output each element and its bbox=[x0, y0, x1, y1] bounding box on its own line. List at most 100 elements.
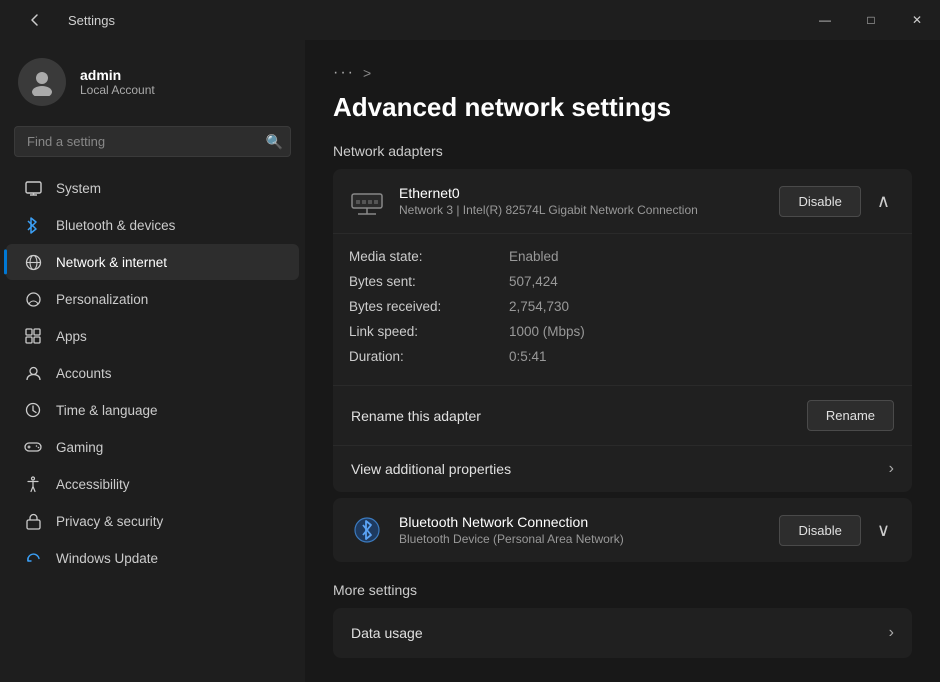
sidebar-item-update-label: Windows Update bbox=[56, 551, 158, 566]
sidebar-nav: System Bluetooth & devices bbox=[0, 169, 305, 577]
sidebar-item-update[interactable]: Windows Update bbox=[6, 540, 299, 576]
stat-row-speed: Link speed: 1000 (Mbps) bbox=[349, 319, 896, 344]
app-title: Settings bbox=[68, 13, 115, 28]
stat-row-sent: Bytes sent: 507,424 bbox=[349, 269, 896, 294]
ethernet-adapter-header[interactable]: Ethernet0 Network 3 | Intel(R) 82574L Gi… bbox=[333, 169, 912, 233]
bluetooth-icon bbox=[24, 216, 42, 234]
maximize-button[interactable]: □ bbox=[848, 0, 894, 40]
sidebar-item-accounts-label: Accounts bbox=[56, 366, 112, 381]
view-properties-row[interactable]: View additional properties › bbox=[333, 445, 912, 492]
system-icon bbox=[24, 179, 42, 197]
sidebar: admin Local Account 🔍 System bbox=[0, 40, 305, 682]
bluetooth-adapter-info: Bluetooth Network Connection Bluetooth D… bbox=[399, 514, 765, 546]
sidebar-item-apps-label: Apps bbox=[56, 329, 87, 344]
bluetooth-adapter-card: Bluetooth Network Connection Bluetooth D… bbox=[333, 498, 912, 562]
accounts-icon bbox=[24, 364, 42, 382]
privacy-icon bbox=[24, 512, 42, 530]
breadcrumb-dots[interactable]: ··· bbox=[333, 64, 355, 82]
minimize-button[interactable]: — bbox=[802, 0, 848, 40]
sidebar-item-privacy-label: Privacy & security bbox=[56, 514, 163, 529]
ethernet-adapter-info: Ethernet0 Network 3 | Intel(R) 82574L Gi… bbox=[399, 185, 765, 217]
time-icon bbox=[24, 401, 42, 419]
bluetooth-adapter-actions: Disable ∨ bbox=[779, 515, 896, 546]
data-usage-row[interactable]: Data usage › bbox=[333, 608, 912, 658]
sidebar-item-time[interactable]: Time & language bbox=[6, 392, 299, 428]
sidebar-item-accessibility-label: Accessibility bbox=[56, 477, 130, 492]
sidebar-item-system[interactable]: System bbox=[6, 170, 299, 206]
bluetooth-adapter-header[interactable]: Bluetooth Network Connection Bluetooth D… bbox=[333, 498, 912, 562]
search-input[interactable] bbox=[14, 126, 291, 157]
sidebar-item-gaming[interactable]: Gaming bbox=[6, 429, 299, 465]
breadcrumb-arrow: > bbox=[363, 65, 371, 81]
sidebar-item-time-label: Time & language bbox=[56, 403, 158, 418]
sidebar-item-bluetooth[interactable]: Bluetooth & devices bbox=[6, 207, 299, 243]
ethernet-adapter-desc: Network 3 | Intel(R) 82574L Gigabit Netw… bbox=[399, 203, 765, 217]
bluetooth-disable-button[interactable]: Disable bbox=[779, 515, 860, 546]
more-settings-title: More settings bbox=[333, 582, 912, 598]
window-controls: — □ ✕ bbox=[802, 0, 940, 40]
user-type: Local Account bbox=[80, 83, 155, 97]
data-usage-chevron: › bbox=[889, 624, 894, 642]
breadcrumb: ··· > bbox=[333, 64, 912, 82]
sidebar-item-apps[interactable]: Apps bbox=[6, 318, 299, 354]
apps-icon bbox=[24, 327, 42, 345]
back-button[interactable] bbox=[12, 0, 58, 40]
sidebar-item-system-label: System bbox=[56, 181, 101, 196]
stat-row-received: Bytes received: 2,754,730 bbox=[349, 294, 896, 319]
titlebar: Settings — □ ✕ bbox=[0, 0, 940, 40]
content-area: ··· > Advanced network settings Network … bbox=[305, 40, 940, 682]
rename-adapter-button[interactable]: Rename bbox=[807, 400, 894, 431]
bluetooth-expand-button[interactable]: ∨ bbox=[871, 516, 896, 545]
stat-value-sent: 507,424 bbox=[509, 274, 558, 289]
accessibility-icon bbox=[24, 475, 42, 493]
ethernet-collapse-button[interactable]: ∧ bbox=[871, 187, 896, 216]
update-icon bbox=[24, 549, 42, 567]
view-properties-label: View additional properties bbox=[351, 461, 889, 477]
stat-label-speed: Link speed: bbox=[349, 324, 509, 339]
sidebar-item-bluetooth-label: Bluetooth & devices bbox=[56, 218, 175, 233]
stat-label-received: Bytes received: bbox=[349, 299, 509, 314]
user-info: admin Local Account bbox=[80, 67, 155, 97]
search-box: 🔍 bbox=[14, 126, 291, 157]
stat-value-duration: 0:5:41 bbox=[509, 349, 547, 364]
bluetooth-adapter-icon bbox=[349, 512, 385, 548]
sidebar-item-gaming-label: Gaming bbox=[56, 440, 103, 455]
stat-value-media: Enabled bbox=[509, 249, 559, 264]
ethernet-adapter-card: Ethernet0 Network 3 | Intel(R) 82574L Gi… bbox=[333, 169, 912, 492]
network-icon bbox=[24, 253, 42, 271]
user-name: admin bbox=[80, 67, 155, 83]
stat-label-sent: Bytes sent: bbox=[349, 274, 509, 289]
stat-label-duration: Duration: bbox=[349, 349, 509, 364]
gaming-icon bbox=[24, 438, 42, 456]
close-button[interactable]: ✕ bbox=[894, 0, 940, 40]
sidebar-item-network-label: Network & internet bbox=[56, 255, 167, 270]
sidebar-item-network[interactable]: Network & internet bbox=[6, 244, 299, 280]
app-body: admin Local Account 🔍 System bbox=[0, 40, 940, 682]
bluetooth-adapter-desc: Bluetooth Device (Personal Area Network) bbox=[399, 532, 765, 546]
sidebar-item-personalization[interactable]: Personalization bbox=[6, 281, 299, 317]
rename-adapter-label: Rename this adapter bbox=[351, 408, 807, 424]
data-usage-label: Data usage bbox=[351, 625, 889, 641]
stat-value-received: 2,754,730 bbox=[509, 299, 569, 314]
ethernet-disable-button[interactable]: Disable bbox=[779, 186, 860, 217]
ethernet-icon bbox=[349, 183, 385, 219]
rename-adapter-row[interactable]: Rename this adapter Rename bbox=[333, 385, 912, 445]
sidebar-item-accessibility[interactable]: Accessibility bbox=[6, 466, 299, 502]
user-section[interactable]: admin Local Account bbox=[0, 40, 305, 122]
ethernet-adapter-name: Ethernet0 bbox=[399, 185, 765, 201]
sidebar-item-privacy[interactable]: Privacy & security bbox=[6, 503, 299, 539]
search-icon[interactable]: 🔍 bbox=[266, 133, 283, 150]
view-properties-chevron: › bbox=[889, 460, 894, 478]
page-title: Advanced network settings bbox=[333, 92, 912, 123]
bluetooth-adapter-name: Bluetooth Network Connection bbox=[399, 514, 765, 530]
sidebar-item-personalization-label: Personalization bbox=[56, 292, 148, 307]
ethernet-adapter-actions: Disable ∧ bbox=[779, 186, 896, 217]
stat-label-media: Media state: bbox=[349, 249, 509, 264]
stat-row-duration: Duration: 0:5:41 bbox=[349, 344, 896, 369]
stat-row-media: Media state: Enabled bbox=[349, 244, 896, 269]
ethernet-stats-panel: Media state: Enabled Bytes sent: 507,424… bbox=[333, 233, 912, 385]
section-network-adapters: Network adapters bbox=[333, 143, 912, 159]
avatar bbox=[18, 58, 66, 106]
sidebar-item-accounts[interactable]: Accounts bbox=[6, 355, 299, 391]
stat-value-speed: 1000 (Mbps) bbox=[509, 324, 585, 339]
